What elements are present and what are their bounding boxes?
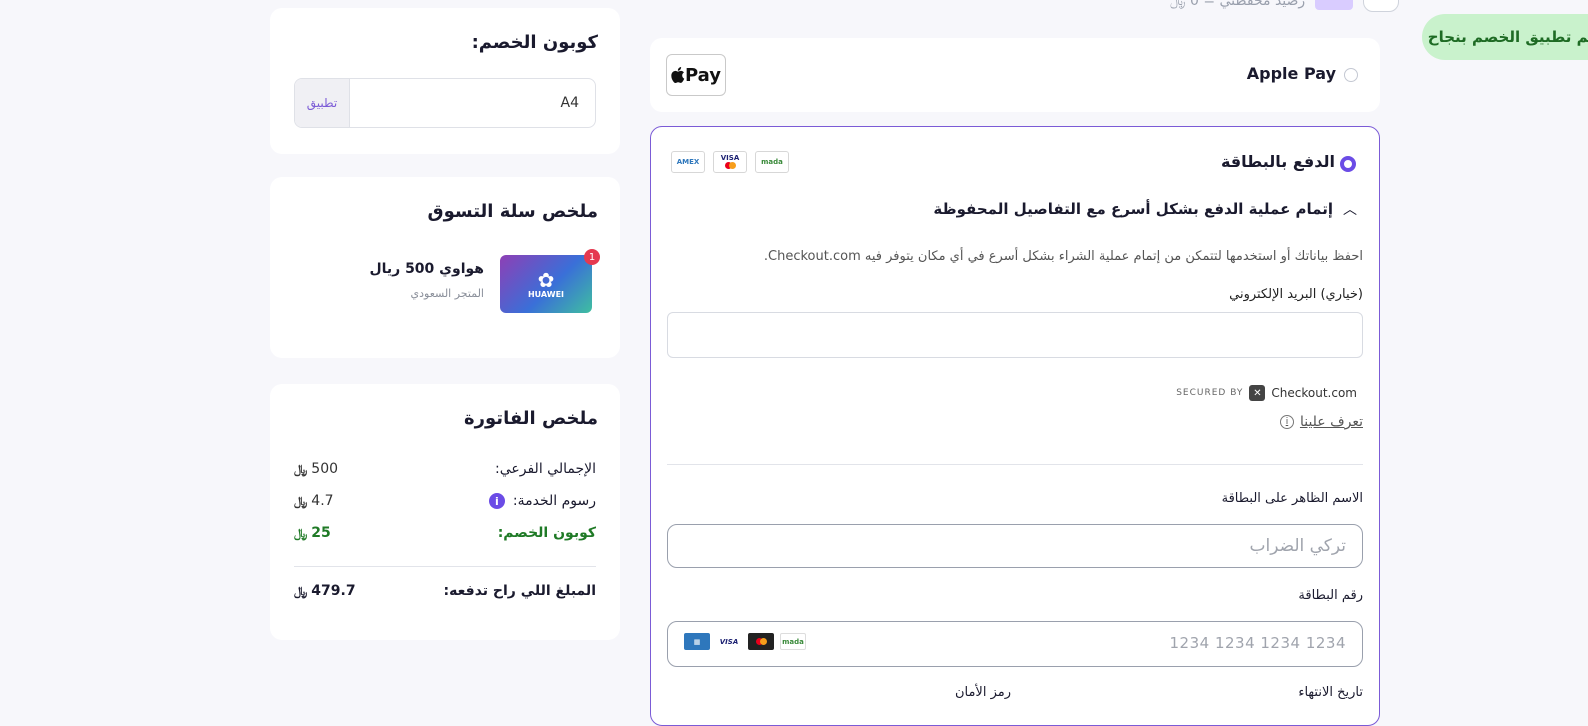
coupon-card: كوبون الخصم: تطبيق A4 [270, 8, 620, 154]
product-image: ✿ HUAWEI [500, 255, 592, 313]
card-payment-radio[interactable] [1340, 156, 1356, 172]
discount-value: 25 [311, 525, 331, 541]
invoice-summary-card: ملخص الفاتورة ﷼ 500 الإجمالي الفرعي: ﷼ 4.7… [270, 384, 620, 640]
huawei-logo-icon: ✿ [537, 267, 555, 292]
amex-icon: ▦ [684, 633, 710, 650]
coupon-input[interactable]: A4 [350, 79, 595, 127]
card-number-label: رقم البطاقة [1298, 588, 1363, 603]
cvv-label: رمز الأمان [954, 685, 1011, 700]
secured-by-text: SECURED BY [1176, 388, 1244, 398]
apple-pay-option[interactable]: Apple Pay Pay [650, 38, 1380, 112]
service-fee-value: 4.7 [311, 493, 334, 509]
saved-details-toggle[interactable]: ︿ إتمام عملية الدفع بشكل أسرع مع التفاصي… [933, 199, 1357, 219]
wallet-toggle[interactable] [1363, 0, 1400, 12]
service-fee-label: رسوم الخدمة: [512, 493, 596, 509]
info-icon[interactable]: i [488, 493, 505, 509]
secured-by-badge: SECURED BY ✕ Checkout.com [1176, 385, 1357, 401]
secured-brand: Checkout.com [1271, 386, 1357, 400]
wallet-label: رصيد محفظتي = 0 ﷼ [1170, 0, 1306, 9]
wallet-balance-row: رصيد محفظتي = 0 ﷼ [1170, 0, 1400, 12]
riyal-icon: ﷼ [294, 525, 308, 540]
card-brand-logos: AMEX VISA mada [671, 151, 789, 173]
chevron-up-icon: ︿ [1343, 202, 1357, 218]
expiry-label: تاريخ الانتهاء [1298, 685, 1363, 700]
card-number-placeholder: 1234 1234 1234 1234 [1169, 634, 1346, 652]
discount-label: كوبون الخصم: [497, 525, 596, 541]
coupon-field: تطبيق A4 [294, 78, 596, 128]
toast-text: تم تطبيق الخصم بنجاح [1427, 28, 1588, 46]
card-payment-label: الدفع بالبطاقة [1220, 152, 1335, 171]
mada-logo: mada [755, 151, 789, 173]
invoice-title: ملخص الفاتورة [464, 408, 598, 429]
apple-icon [671, 67, 685, 83]
checkout-logo-icon: ✕ [1249, 385, 1266, 401]
cart-item: ✿ HUAWEI 1 هواوي 500 ريال المتجر السعودي [294, 245, 600, 337]
saved-details-description: احفظ بياناتك أو استخدمها لتتمكن من إتمام… [763, 249, 1363, 264]
riyal-icon: ﷼ [294, 461, 308, 476]
apple-pay-label: Apple Pay [1246, 64, 1336, 83]
riyal-icon: ﷼ [294, 583, 308, 598]
apple-pay-logo: Pay [666, 54, 726, 96]
card-number-input[interactable]: 1234 1234 1234 1234 ▦ VISA mada [667, 621, 1363, 667]
apple-pay-badge-text: Pay [684, 64, 722, 86]
apple-pay-radio[interactable] [1344, 68, 1358, 82]
about-us-text: تعرف علينا [1299, 414, 1363, 430]
product-store: المتجر السعودي [410, 287, 484, 300]
about-us-link[interactable]: تعرف علينا i [1279, 414, 1363, 430]
info-icon: i [1279, 415, 1294, 429]
discount-row: ﷼ 25 كوبون الخصم: [294, 522, 596, 544]
mada-icon: mada [780, 633, 806, 650]
cart-summary-title: ملخص سلة التسوق [427, 201, 599, 222]
amex-logo: AMEX [671, 151, 705, 173]
service-fee-row: ﷼ 4.7 رسوم الخدمة: i [294, 490, 596, 512]
cardholder-name-label: الاسم الظاهر على البطاقة [1221, 491, 1363, 506]
apply-coupon-button[interactable]: تطبيق [295, 79, 350, 127]
saved-details-title: إتمام عملية الدفع بشكل أسرع مع التفاصيل … [933, 200, 1333, 218]
mastercard-icon [748, 633, 774, 650]
coupon-title: كوبون الخصم: [471, 32, 598, 53]
divider [667, 464, 1363, 465]
total-row: ﷼ 479.7 المبلغ اللي راح تدفعه: [294, 580, 596, 602]
visa-mastercard-logo: VISA [713, 151, 747, 173]
visa-text: VISA [720, 154, 740, 162]
cardholder-name-input[interactable] [667, 524, 1363, 568]
total-value: 479.7 [311, 583, 356, 599]
total-label: المبلغ اللي راح تدفعه: [443, 583, 596, 599]
email-input[interactable] [667, 312, 1363, 358]
cart-summary-card: ملخص سلة التسوق ✿ HUAWEI 1 هواوي 500 ريا… [270, 177, 620, 358]
subtotal-row: ﷼ 500 الإجمالي الفرعي: [294, 458, 596, 480]
card-payment-panel: الدفع بالبطاقة AMEX VISA mada ︿ إتمام عم… [650, 126, 1380, 726]
quantity-badge: 1 [584, 249, 600, 265]
product-name: هواوي 500 ريال [369, 261, 484, 277]
subtotal-value: 500 [311, 461, 339, 477]
subtotal-label: الإجمالي الفرعي: [495, 461, 596, 477]
riyal-icon: ﷼ [294, 493, 308, 508]
product-brand: HUAWEI [527, 289, 565, 299]
email-label: (خياري) البريد الإلكتروني [1229, 287, 1363, 302]
mastercard-icon [724, 162, 736, 169]
divider [294, 566, 596, 567]
card-number-brand-icons: ▦ VISA mada [684, 633, 806, 650]
wallet-icon [1315, 0, 1354, 10]
success-toast: تم تطبيق الخصم بنجاح [1422, 14, 1588, 60]
visa-icon: VISA [716, 633, 742, 650]
